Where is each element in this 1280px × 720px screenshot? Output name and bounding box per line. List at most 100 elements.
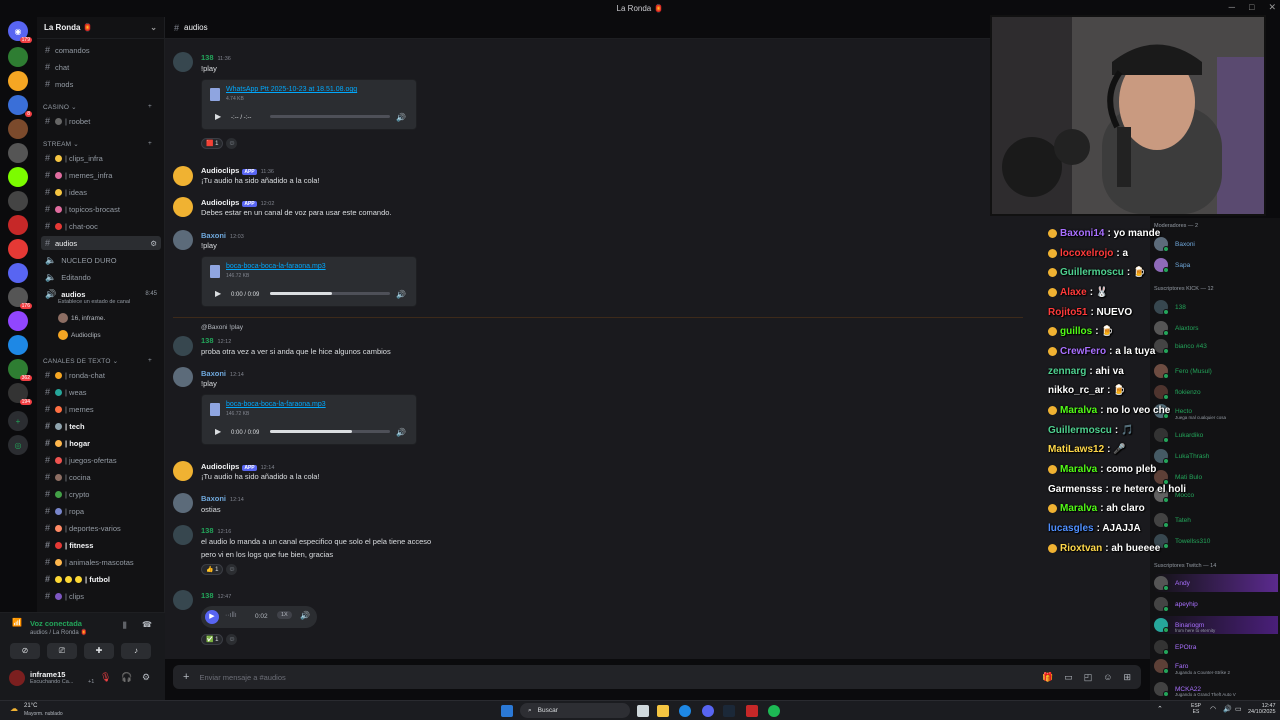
voice-user[interactable]: Audioclips bbox=[58, 330, 101, 340]
play-icon[interactable]: ▶ bbox=[215, 427, 221, 436]
weather-desc[interactable]: Mayorm. nublado bbox=[24, 711, 63, 717]
reaction[interactable]: ✅ 1 bbox=[201, 634, 224, 645]
volume-icon[interactable]: 🔊 bbox=[396, 428, 406, 437]
play-icon[interactable]: ▶ bbox=[205, 610, 219, 624]
volume-icon[interactable]: 🔊 bbox=[396, 113, 406, 122]
clock[interactable]: 12:47 24/10/2025 bbox=[1248, 703, 1276, 715]
channel-memes-infra[interactable]: # | memes_infra bbox=[41, 168, 161, 182]
server-icon[interactable] bbox=[8, 215, 28, 235]
minimize-icon[interactable]: ─ bbox=[1229, 2, 1235, 13]
maximize-icon[interactable]: □ bbox=[1249, 2, 1254, 13]
taskbar-search[interactable]: ⌕ Buscar bbox=[520, 703, 630, 718]
channel-ideas[interactable]: # | ideas bbox=[41, 185, 161, 199]
channel-chat[interactable]: # chat bbox=[41, 60, 161, 74]
channel-tech[interactable]: # | tech bbox=[41, 419, 161, 433]
server-icon[interactable] bbox=[8, 47, 28, 67]
avatar[interactable] bbox=[173, 230, 193, 250]
channel-ropa[interactable]: # | ropa bbox=[41, 504, 161, 518]
channel-editando[interactable]: 🔈 Editando bbox=[41, 270, 161, 284]
playback-speed[interactable]: 1X bbox=[277, 611, 292, 619]
avatar[interactable] bbox=[9, 670, 25, 686]
app-icon[interactable] bbox=[746, 705, 758, 717]
channel-memes[interactable]: # | memes bbox=[41, 402, 161, 416]
upload-plus-icon[interactable]: + bbox=[183, 671, 189, 683]
apps-icon[interactable]: ⊞ bbox=[1123, 672, 1131, 683]
reply-preview[interactable]: @Baxoni !play bbox=[201, 324, 243, 331]
mute-mic-icon[interactable]: 🎙 bbox=[100, 672, 111, 683]
add-channel-icon[interactable]: + bbox=[148, 103, 152, 110]
server-header[interactable]: La Ronda 🏮 ⌄ bbox=[37, 17, 164, 39]
member-item[interactable]: EPOtra bbox=[1154, 638, 1278, 656]
server-icon[interactable] bbox=[8, 335, 28, 355]
voice-status[interactable]: Voz conectada bbox=[30, 619, 82, 628]
channel-ronda-chat[interactable]: # | ronda-chat bbox=[41, 368, 161, 382]
gif-icon[interactable]: ▭ bbox=[1064, 672, 1073, 683]
file-link[interactable]: boca-boca-boca-la-faraona.mp3 bbox=[226, 263, 326, 270]
server-icon[interactable] bbox=[8, 119, 28, 139]
channel-juegos-ofertas[interactable]: # | juegos-ofertas bbox=[41, 453, 161, 467]
avatar[interactable] bbox=[173, 52, 193, 72]
avatar[interactable] bbox=[173, 493, 193, 513]
add-reaction-icon[interactable]: ☺ bbox=[226, 138, 238, 149]
channel-futbol[interactable]: # | futbol bbox=[41, 572, 161, 586]
server-icon[interactable]: 8 bbox=[8, 95, 32, 117]
message-author[interactable]: Baxoni 12:14 bbox=[201, 494, 244, 503]
message-author[interactable]: 138 12:47 bbox=[201, 591, 231, 600]
add-reaction-icon[interactable]: ☺ bbox=[226, 564, 238, 575]
server-icon[interactable]: 362 bbox=[8, 359, 32, 381]
message-author[interactable]: Baxoni 12:14 bbox=[201, 369, 244, 378]
play-icon[interactable]: ▶ bbox=[215, 112, 221, 121]
channel-clips[interactable]: # | clips bbox=[41, 589, 161, 603]
explore-icon[interactable]: ◎ bbox=[8, 435, 28, 455]
audio-progress[interactable] bbox=[270, 292, 390, 295]
gear-icon[interactable]: ⚙ bbox=[150, 239, 157, 248]
server-icon[interactable] bbox=[8, 167, 28, 187]
category-casino[interactable]: CASINO ⌄ + bbox=[43, 103, 152, 111]
reaction[interactable]: 👍 1 bbox=[201, 564, 224, 575]
channel-mods[interactable]: # mods bbox=[41, 77, 161, 91]
channel-comandos[interactable]: # comandos bbox=[41, 43, 161, 57]
discord-home-icon[interactable]: ◉ 179 bbox=[8, 21, 32, 43]
sticker-icon[interactable]: ◰ bbox=[1084, 672, 1093, 683]
message-author[interactable]: 138 12:16 bbox=[201, 526, 231, 535]
file-link[interactable]: boca-boca-boca-la-faraona.mp3 bbox=[226, 401, 326, 408]
gift-icon[interactable]: 🎁 bbox=[1042, 672, 1053, 683]
volume-icon[interactable]: 🔊 bbox=[300, 611, 310, 620]
weather-temp[interactable]: 21°C bbox=[24, 703, 37, 709]
channel-cocina[interactable]: # | cocina bbox=[41, 470, 161, 484]
channel-weas[interactable]: # | weas bbox=[41, 385, 161, 399]
server-icon[interactable] bbox=[8, 263, 28, 283]
play-icon[interactable]: ▶ bbox=[215, 289, 221, 298]
steam-icon[interactable] bbox=[723, 705, 735, 717]
channel-topicos-brocast[interactable]: # | topicos-brocast bbox=[41, 202, 161, 216]
avatar[interactable] bbox=[173, 166, 193, 186]
message-author[interactable]: Baxoni 12:03 bbox=[201, 231, 244, 240]
category-stream[interactable]: STREAM ⌄ + bbox=[43, 140, 152, 148]
reaction[interactable]: 🟥 1 bbox=[201, 138, 224, 149]
language-indicator[interactable]: ESP ES bbox=[1191, 703, 1201, 715]
windows-start-icon[interactable] bbox=[501, 705, 513, 717]
noise-suppression-icon[interactable]: ⫼ bbox=[123, 621, 127, 631]
channel-animales-mascotas[interactable]: # | animales-mascotas bbox=[41, 555, 161, 569]
headphones-icon[interactable]: 🎧 bbox=[121, 672, 132, 683]
voice-channel-info[interactable]: audios / La Ronda 🏮 bbox=[30, 629, 88, 636]
discord-icon[interactable] bbox=[702, 705, 714, 717]
server-icon[interactable] bbox=[8, 143, 28, 163]
gear-icon[interactable]: ⚙ bbox=[142, 672, 150, 683]
channel-nucleo-duro[interactable]: 🔈 NUCLEO DURO bbox=[41, 253, 161, 267]
message-author[interactable]: Audioclips APP 12:14 bbox=[201, 462, 274, 471]
channel-audios[interactable]: # audios ⚙ bbox=[41, 236, 161, 250]
avatar[interactable] bbox=[173, 590, 193, 610]
message-author[interactable]: 138 12:12 bbox=[201, 336, 231, 345]
channel-roobet[interactable]: # | roobet bbox=[41, 114, 161, 128]
avatar[interactable] bbox=[173, 525, 193, 545]
server-icon[interactable] bbox=[8, 191, 28, 211]
video-button[interactable]: ⊘ bbox=[10, 643, 40, 659]
member-item[interactable]: Binariogm bbox=[1154, 616, 1278, 634]
server-icon[interactable] bbox=[8, 71, 28, 91]
volume-icon[interactable]: 🔊 bbox=[1223, 705, 1232, 713]
audio-progress[interactable] bbox=[270, 115, 390, 118]
message-author[interactable]: Audioclips APP 11:36 bbox=[201, 166, 274, 175]
server-icon[interactable] bbox=[8, 239, 28, 259]
avatar[interactable] bbox=[173, 336, 193, 356]
